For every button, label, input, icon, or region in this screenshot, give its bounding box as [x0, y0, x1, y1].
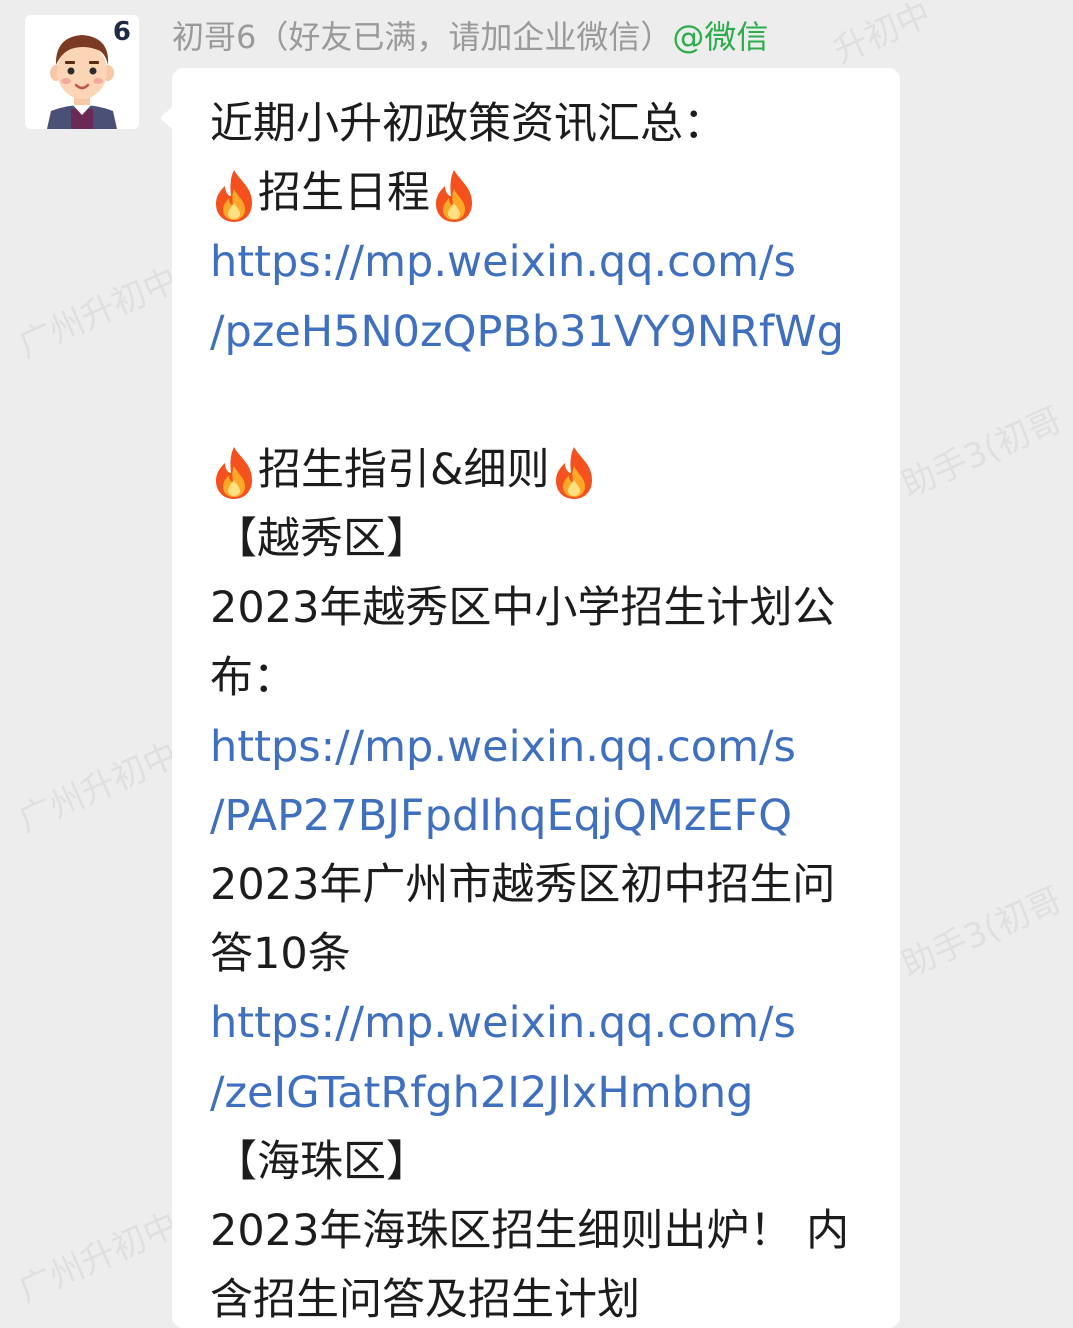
district-label: 【海珠区】 [214, 1136, 429, 1187]
fire-emoji-icon [216, 170, 252, 223]
sender-avatar[interactable]: 6 [25, 15, 139, 129]
message-line: 含招生问答及招生计划 [210, 1275, 640, 1326]
message-link[interactable]: https://mp.weixin.qq.com/s [210, 713, 870, 782]
message-line: 2023年广州市越秀区初中招生问 [210, 860, 836, 911]
district-label: 【越秀区】 [214, 514, 429, 565]
message-line: 近期小升初政策资讯汇总： [210, 99, 726, 149]
message-line: 2023年越秀区中小学招生计划公 [210, 583, 836, 634]
message-link[interactable]: /PAP27BJFpdIhqEqjQMzEFQ [210, 782, 870, 851]
message-link[interactable]: https://mp.weixin.qq.com/s [210, 989, 870, 1058]
watermark-text: 广州升初中 [12, 259, 185, 366]
watermark-text: 助手3(初哥 [895, 399, 1069, 506]
message-link[interactable]: https://mp.weixin.qq.com/s [210, 228, 870, 297]
section-heading-label: 招生日程 [258, 168, 430, 219]
section-heading-guide: 招生指引&细则 [210, 436, 870, 505]
message-link[interactable]: /zeIGTatRfgh2I2JlxHmbng [210, 1059, 870, 1128]
sender-name: 初哥6（好友已满，请加企业微信） [172, 18, 673, 56]
section-heading-label: 招生指引&细则 [258, 444, 550, 495]
watermark-text: 升初中 [827, 0, 938, 72]
avatar-badge: 6 [112, 17, 131, 47]
message-bubble[interactable]: 近期小升初政策资讯汇总： 招生日程 https://mp.weixin.qq.c… [172, 68, 900, 1328]
fire-emoji-icon [216, 447, 252, 500]
watermark-text: 助手3(初哥 [895, 879, 1069, 986]
fire-emoji-icon [555, 447, 592, 500]
message-line: 布： [210, 652, 296, 703]
sender-header: 初哥6（好友已满，请加企业微信）@微信 [172, 14, 768, 60]
message-line: 答10条 [210, 929, 351, 980]
fire-emoji-icon [436, 170, 472, 223]
message-link[interactable]: /pzeH5N0zQPBb31VY9NRfWg [210, 298, 870, 367]
watermark-text: 广州升初中 [12, 734, 185, 841]
message-line: 2023年海珠区招生细则出炉！ 内 [210, 1206, 850, 1256]
message-text[interactable]: 近期小升初政策资讯汇总： 招生日程 https://mp.weixin.qq.c… [210, 90, 870, 1328]
section-heading-schedule: 招生日程 [210, 159, 870, 228]
watermark-text: 广州升初中 [12, 1204, 185, 1311]
sender-wechat-tag: @微信 [672, 18, 769, 56]
